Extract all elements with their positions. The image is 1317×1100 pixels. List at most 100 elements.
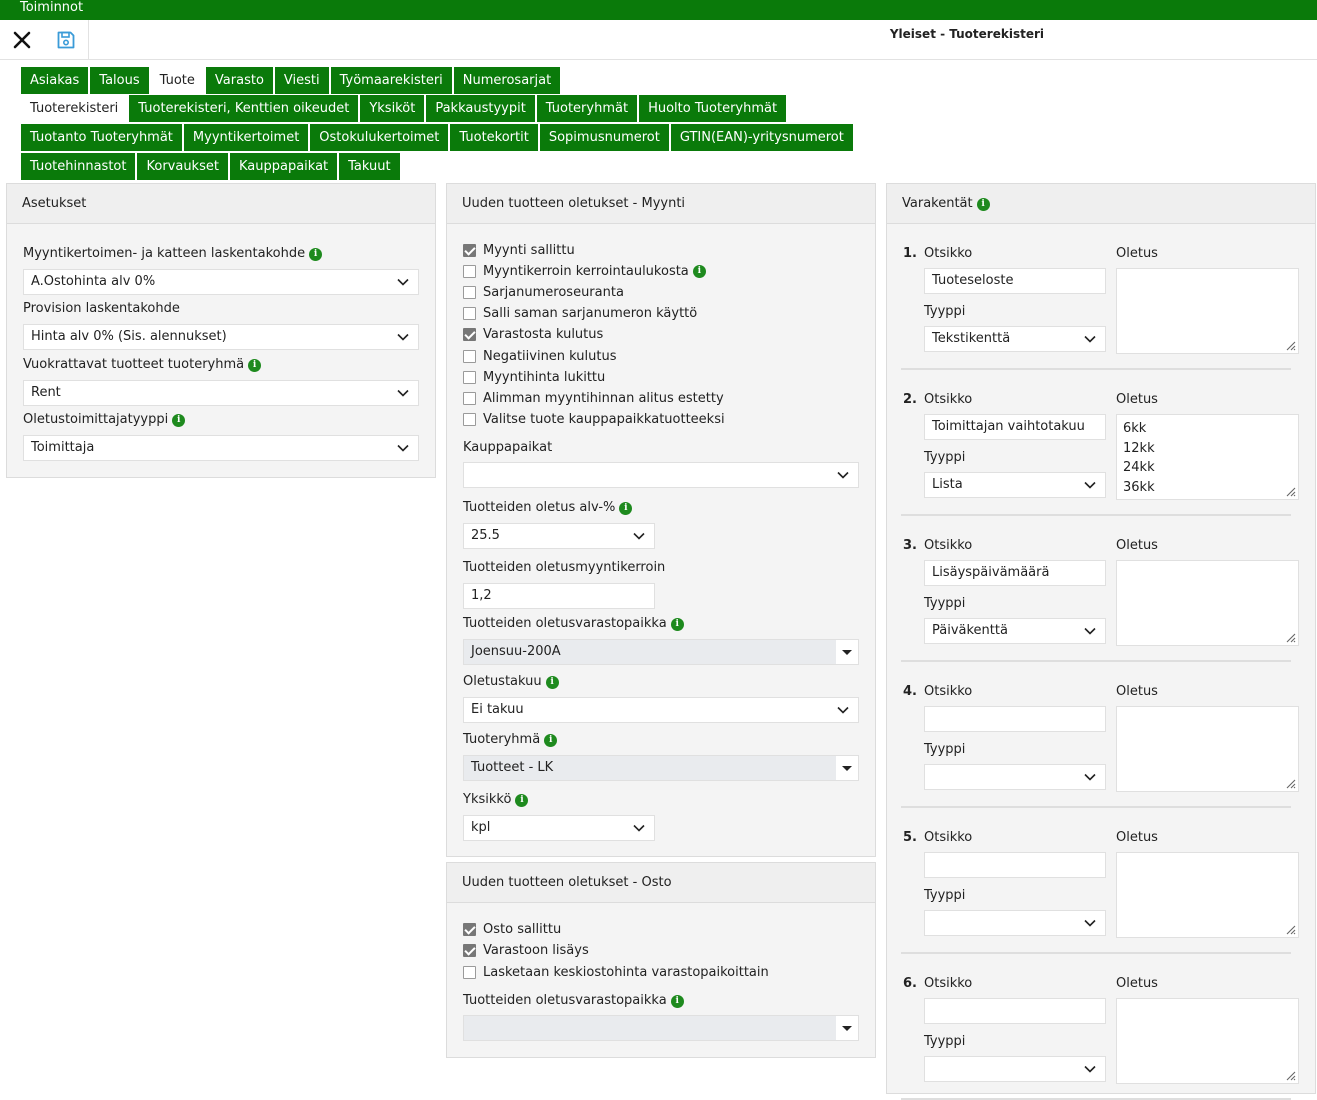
resize-grip-icon[interactable] — [1284, 485, 1296, 497]
checkbox-box[interactable] — [463, 922, 476, 936]
markup-calc-select[interactable]: A.Ostohinta alv 0% — [23, 269, 419, 295]
reserve-default-textarea[interactable] — [1116, 268, 1299, 354]
tab-korvaukset[interactable]: Korvaukset — [137, 153, 228, 180]
checkbox-varastosta-kulutus[interactable]: Varastosta kulutus — [463, 326, 603, 344]
checkbox-alimman-myyntihinnan-alitus-estetty[interactable]: Alimman myyntihinnan alitus estetty — [463, 389, 724, 407]
tab-tuotekortit[interactable]: Tuotekortit — [450, 124, 538, 151]
tab-huolto-tuoteryhmat[interactable]: Huolto Tuoteryhmät — [639, 95, 787, 122]
reserve-type-select[interactable] — [924, 910, 1106, 936]
reserve-title-input[interactable]: Tuoteseloste — [924, 268, 1106, 294]
tab-tuote[interactable]: Tuote — [150, 67, 204, 94]
tab-tuoterekisteri-kenttien-oikeudet[interactable]: Tuoterekisteri, Kenttien oikeudet — [129, 95, 359, 122]
save-icon[interactable] — [54, 28, 78, 52]
info-icon[interactable]: i — [619, 502, 633, 515]
info-icon[interactable]: i — [172, 414, 186, 427]
checkbox-osto-sallittu[interactable]: Osto sallittu — [463, 920, 561, 938]
info-icon[interactable]: i — [670, 995, 684, 1008]
tab-asiakas[interactable]: Asiakas — [21, 67, 89, 94]
commission-calc-select[interactable]: Hinta alv 0% (Sis. alennukset) — [23, 324, 419, 350]
menu-toiminnot[interactable]: Toiminnot — [20, 0, 83, 15]
resize-grip-icon[interactable] — [1284, 1069, 1296, 1081]
reserve-title-input[interactable] — [924, 852, 1106, 878]
tab-tuotehinnastot[interactable]: Tuotehinnastot — [21, 153, 136, 180]
checkbox-lasketaan-keskiostohinta-varastopaikoittain[interactable]: Lasketaan keskiostohinta varastopaikoitt… — [463, 963, 769, 981]
reserve-title-input[interactable] — [924, 706, 1106, 732]
resize-grip-icon[interactable] — [1284, 923, 1296, 935]
close-icon[interactable] — [10, 28, 34, 52]
tab-sopimusnumerot[interactable]: Sopimusnumerot — [539, 124, 669, 151]
checkbox-myyntihinta-lukittu[interactable]: Myyntihinta lukittu — [463, 368, 605, 386]
info-icon[interactable]: i — [248, 359, 262, 372]
tab-viesti[interactable]: Viesti — [274, 67, 329, 94]
checkbox-box[interactable] — [463, 349, 476, 363]
reserve-type-select[interactable] — [924, 1056, 1106, 1082]
reserve-default-textarea[interactable] — [1116, 998, 1299, 1084]
resize-grip-icon[interactable] — [1284, 631, 1296, 643]
checkbox-salli-saman-sarjanumeron-kaytto[interactable]: Salli saman sarjanumeron käyttö — [463, 305, 697, 323]
marketplaces-select[interactable] — [463, 462, 859, 488]
warranty-select[interactable]: Ei takuu — [463, 697, 859, 723]
tab-ostokulukertoimet[interactable]: Ostokulukertoimet — [310, 124, 449, 151]
sales-storage-select[interactable]: Joensuu-200A — [463, 639, 859, 665]
checkbox-box[interactable] — [463, 307, 476, 321]
info-icon[interactable]: i — [309, 248, 323, 261]
vat-select[interactable]: 25.5 — [463, 523, 655, 549]
reserve-default-textarea[interactable]: 6kk 12kk 24kk 36kk — [1116, 414, 1299, 500]
checkbox-box[interactable] — [463, 391, 476, 405]
dropdown-button[interactable] — [836, 1016, 858, 1040]
checkbox-box[interactable] — [463, 965, 476, 979]
reserve-default-textarea[interactable] — [1116, 560, 1299, 646]
checkbox-box[interactable] — [463, 370, 476, 384]
tab-myyntikertoimet[interactable]: Myyntikertoimet — [183, 124, 309, 151]
info-icon[interactable]: i — [515, 794, 529, 807]
info-icon[interactable]: i — [544, 734, 558, 747]
checkbox-sarjanumeroseuranta[interactable]: Sarjanumeroseuranta — [463, 283, 624, 301]
unit-select[interactable]: kpl — [463, 815, 655, 841]
reserve-type-select[interactable] — [924, 764, 1106, 790]
tab-yksikot[interactable]: Yksiköt — [360, 95, 425, 122]
reserve-type-select[interactable]: Päiväkenttä — [924, 618, 1106, 644]
tab-takuut[interactable]: Takuut — [339, 153, 400, 180]
tab-varasto[interactable]: Varasto — [205, 67, 273, 94]
product-group-select[interactable]: Tuotteet - LK — [463, 755, 859, 781]
tab-talous[interactable]: Talous — [90, 67, 149, 94]
tab-tuoteryhmat[interactable]: Tuoteryhmät — [536, 95, 638, 122]
checkbox-box[interactable] — [463, 944, 476, 957]
checkbox-varastoon-lisays[interactable]: Varastoon lisäys — [463, 942, 589, 960]
tab-kauppapaikat[interactable]: Kauppapaikat — [229, 153, 338, 180]
tab-tuoterekisteri[interactable]: Tuoterekisteri — [21, 95, 128, 122]
reserve-default-textarea[interactable] — [1116, 706, 1299, 792]
checkbox-box[interactable] — [463, 285, 476, 299]
checkbox-box[interactable] — [463, 328, 476, 342]
tab-pakkaustyypit[interactable]: Pakkaustyypit — [426, 95, 535, 122]
resize-grip-icon[interactable] — [1284, 339, 1296, 351]
tab-tyomaarekisteri[interactable]: Työmaarekisteri — [330, 67, 452, 94]
info-icon[interactable]: i — [692, 264, 706, 278]
multiplier-input[interactable]: 1,2 — [463, 583, 655, 609]
info-icon[interactable]: i — [545, 676, 559, 689]
reserve-title-input[interactable]: Toimittajan vaihtotakuu — [924, 414, 1106, 440]
reserve-title-input[interactable]: Lisäyspäivämäärä — [924, 560, 1106, 586]
info-icon[interactable]: i — [670, 618, 684, 631]
checkbox-negatiivinen-kulutus[interactable]: Negatiivinen kulutus — [463, 347, 617, 365]
dropdown-button[interactable] — [836, 640, 858, 664]
checkbox-box[interactable] — [463, 413, 476, 427]
checkbox-valitse-tuote-kauppapaikkatuotteeksi[interactable]: Valitse tuote kauppapaikkatuotteeksi — [463, 411, 725, 429]
supplier-type-select[interactable]: Toimittaja — [23, 435, 419, 461]
rental-group-select[interactable]: Rent — [23, 380, 419, 406]
resize-grip-icon[interactable] — [1284, 777, 1296, 789]
tab-tuotanto-tuoteryhmat[interactable]: Tuotanto Tuoteryhmät — [21, 124, 182, 151]
checkbox-box[interactable] — [463, 264, 476, 278]
info-icon[interactable]: i — [976, 198, 990, 211]
reserve-type-select[interactable]: Tekstikenttä — [924, 326, 1106, 352]
checkbox-myyntikerroin-kerrointaulukosta[interactable]: Myyntikerroin kerrointaulukosta i — [463, 262, 706, 280]
reserve-type-select[interactable]: Lista — [924, 472, 1106, 498]
purchase-storage-select[interactable] — [463, 1015, 859, 1041]
tab-gtin-ean-yritysnumerot[interactable]: GTIN(EAN)-yritysnumerot — [670, 124, 853, 151]
checkbox-box[interactable] — [463, 243, 476, 257]
dropdown-button[interactable] — [836, 756, 858, 780]
reserve-default-textarea[interactable] — [1116, 852, 1299, 938]
checkbox-myynti-sallittu[interactable]: Myynti sallittu — [463, 241, 575, 259]
reserve-title-input[interactable] — [924, 998, 1106, 1024]
tab-numerosarjat[interactable]: Numerosarjat — [453, 67, 561, 94]
